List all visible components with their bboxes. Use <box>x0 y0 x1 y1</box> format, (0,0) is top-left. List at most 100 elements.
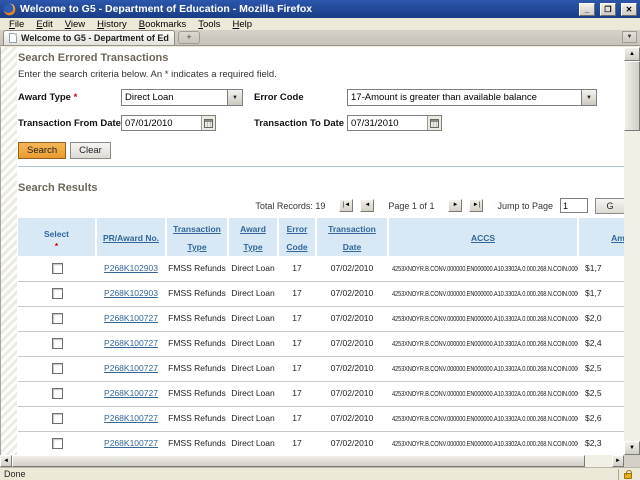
accs-cell: 4253XNOYR.B.CONV.000000.EN000000.A10.330… <box>388 431 578 455</box>
status-bar: Done <box>0 467 640 480</box>
transaction-date-cell: 07/02/2010 <box>316 281 388 306</box>
accs-cell: 4253XNOYR.B.CONV.000000.EN000000.A10.330… <box>388 356 578 381</box>
left-stripe-decoration <box>1 47 17 455</box>
form-row-2: Transaction From Date 07/01/2010 Transac… <box>18 115 624 131</box>
form-buttons: Search Clear <box>18 142 624 159</box>
row-select-checkbox[interactable] <box>52 313 63 324</box>
clear-button[interactable]: Clear <box>70 142 111 159</box>
search-button[interactable]: Search <box>18 142 66 159</box>
award-type-label-text: Award Type <box>18 92 71 103</box>
transaction-date-cell: 07/02/2010 <box>316 256 388 281</box>
award-type-cell: Direct Loan <box>228 331 278 356</box>
horizontal-scrollbar[interactable]: ◄ ► <box>0 455 624 467</box>
award-no-link[interactable]: P268K102903 <box>104 263 158 273</box>
menu-tools[interactable]: Tools <box>192 19 226 30</box>
page-title: Search Errored Transactions <box>18 52 624 64</box>
error-code-value: 17-Amount is greater than available bala… <box>348 92 581 103</box>
select-cell <box>18 256 96 281</box>
previous-page-icon[interactable]: ◄ <box>360 199 374 212</box>
award-type-select[interactable]: Direct Loan ▼ <box>121 89 243 106</box>
row-select-checkbox[interactable] <box>52 263 63 274</box>
column-header-award-type[interactable]: Award Type <box>228 218 278 256</box>
menu-bookmarks[interactable]: Bookmarks <box>133 19 193 30</box>
select-cell <box>18 406 96 431</box>
firefox-icon <box>3 3 16 16</box>
vertical-scroll-thumb[interactable] <box>624 61 640 131</box>
row-select-checkbox[interactable] <box>52 413 63 424</box>
new-tab-button[interactable]: + <box>178 31 200 44</box>
vertical-scrollbar[interactable]: ▲ ▼ <box>624 47 640 455</box>
accs-cell: 4253XNOYR.B.CONV.000000.EN000000.A10.330… <box>388 256 578 281</box>
transaction-type-cell: FMSS Refunds <box>166 281 228 306</box>
award-no-link[interactable]: P268K100727 <box>104 413 158 423</box>
to-date-field[interactable]: 07/31/2010 <box>347 115 442 131</box>
jump-to-page-input[interactable] <box>560 198 588 213</box>
select-cell <box>18 356 96 381</box>
transaction-date-cell: 07/02/2010 <box>316 306 388 331</box>
award-no-link[interactable]: P268K100727 <box>104 338 158 348</box>
award-type-cell: Direct Loan <box>228 431 278 455</box>
column-header-accs[interactable]: ACCS <box>388 218 578 256</box>
accs-cell: 4253XNOYR.B.CONV.000000.EN000000.A10.330… <box>388 406 578 431</box>
column-header-transaction-type[interactable]: Transaction Type <box>166 218 228 256</box>
close-button[interactable]: ✕ <box>621 3 637 16</box>
column-header-award-no[interactable]: PR/Award No. <box>96 218 166 256</box>
from-date-label: Transaction From Date <box>18 118 121 129</box>
accs-cell: 4253XNOYR.B.CONV.000000.EN000000.A10.330… <box>388 281 578 306</box>
table-row: P268K100727 FMSS Refunds Direct Loan 17 … <box>18 431 624 455</box>
minimize-button[interactable]: _ <box>579 3 595 16</box>
menu-file[interactable]: File <box>3 19 30 30</box>
menu-help[interactable]: Help <box>226 19 258 30</box>
scroll-down-icon[interactable]: ▼ <box>624 441 640 455</box>
calendar-icon[interactable] <box>201 116 215 130</box>
calendar-icon[interactable] <box>427 116 441 130</box>
award-no-link[interactable]: P268K100727 <box>104 388 158 398</box>
transaction-type-cell: FMSS Refunds <box>166 331 228 356</box>
award-no-link[interactable]: P268K102903 <box>104 288 158 298</box>
award-no-link[interactable]: P268K100727 <box>104 313 158 323</box>
menu-view[interactable]: View <box>59 19 91 30</box>
amount-cell: $2,4 <box>578 331 624 356</box>
title-bar: Welcome to G5 - Department of Education … <box>0 0 640 18</box>
error-code-cell: 17 <box>278 256 316 281</box>
chevron-down-icon[interactable]: ▼ <box>227 90 242 105</box>
award-type-cell: Direct Loan <box>228 356 278 381</box>
list-tabs-icon[interactable]: ▼ <box>622 31 637 43</box>
column-header-amount[interactable]: Am <box>578 218 624 256</box>
award-no-link[interactable]: P268K100727 <box>104 438 158 448</box>
menu-edit[interactable]: Edit <box>30 19 58 30</box>
row-select-checkbox[interactable] <box>52 288 63 299</box>
next-page-icon[interactable]: ► <box>448 199 462 212</box>
amount-cell: $1,7 <box>578 281 624 306</box>
restore-button[interactable]: ❐ <box>600 3 616 16</box>
menu-history[interactable]: History <box>91 19 133 30</box>
award-no-link[interactable]: P268K100727 <box>104 363 158 373</box>
results-table-body: P268K102903 FMSS Refunds Direct Loan 17 … <box>18 256 624 455</box>
amount-cell: $2,5 <box>578 356 624 381</box>
scroll-left-icon[interactable]: ◄ <box>0 455 12 467</box>
tab-welcome-to-g5[interactable]: Welcome to G5 - Department of Edu... <box>3 30 175 45</box>
column-header-error-code[interactable]: Error Code <box>278 218 316 256</box>
error-code-select[interactable]: 17-Amount is greater than available bala… <box>347 89 597 106</box>
row-select-checkbox[interactable] <box>52 338 63 349</box>
row-select-checkbox[interactable] <box>52 388 63 399</box>
transaction-date-cell: 07/02/2010 <box>316 406 388 431</box>
go-button[interactable]: G <box>595 198 624 214</box>
select-cell <box>18 281 96 306</box>
table-row: P268K100727 FMSS Refunds Direct Loan 17 … <box>18 406 624 431</box>
row-select-checkbox[interactable] <box>52 438 63 449</box>
to-date-value: 07/31/2010 <box>348 118 427 129</box>
from-date-field[interactable]: 07/01/2010 <box>121 115 216 131</box>
row-select-checkbox[interactable] <box>52 363 63 374</box>
accs-cell: 4253XNOYR.B.CONV.000000.EN000000.A10.330… <box>388 306 578 331</box>
horizontal-scroll-thumb[interactable] <box>12 455 585 467</box>
award-no-cell: P268K100727 <box>96 431 166 455</box>
award-type-cell: Direct Loan <box>228 381 278 406</box>
column-header-transaction-date[interactable]: Transaction Date <box>316 218 388 256</box>
chevron-down-icon[interactable]: ▼ <box>581 90 596 105</box>
last-page-icon[interactable]: ►| <box>469 199 483 212</box>
scroll-up-icon[interactable]: ▲ <box>624 47 640 61</box>
first-page-icon[interactable]: |◄ <box>339 199 353 212</box>
scroll-right-icon[interactable]: ► <box>612 455 624 467</box>
select-header-text: Select <box>44 229 69 239</box>
